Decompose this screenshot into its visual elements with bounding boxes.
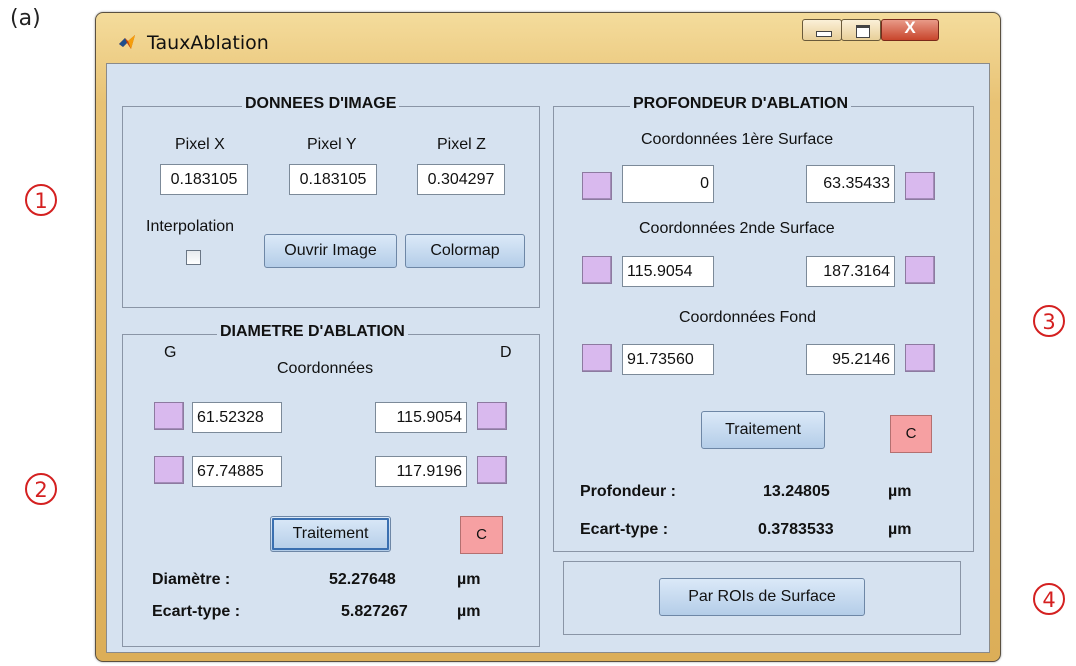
surface2-label: Coordonnées 2nde Surface (639, 220, 835, 237)
pick-d2-button[interactable] (477, 456, 507, 484)
pick-s1-left-button[interactable] (582, 172, 612, 200)
figure-label: (a) (10, 6, 41, 31)
maximize-button[interactable] (841, 19, 881, 41)
diameter-process-button[interactable]: Traitement (270, 516, 391, 552)
diameter-title: DIAMETRE D'ABLATION (217, 323, 408, 341)
close-button[interactable]: X (881, 18, 939, 41)
depth-std-label: Ecart-type : (580, 521, 669, 538)
depth-process-button[interactable]: Traitement (701, 411, 825, 449)
diameter-value: 52.27648 (329, 571, 396, 588)
diameter-coords-label: Coordonnées (277, 360, 374, 377)
pick-g1-button[interactable] (154, 402, 184, 430)
depth-std-value: 0.3783533 (758, 521, 834, 538)
diameter-g1-field[interactable]: 61.52328 (192, 402, 282, 433)
depth-unit: µm (888, 483, 912, 500)
open-image-button[interactable]: Ouvrir Image (264, 234, 397, 268)
surface1-left-field[interactable]: 0 (622, 165, 714, 203)
surface1-right-field[interactable]: 63.35433 (806, 165, 895, 203)
diameter-left-label: G (164, 344, 177, 361)
pick-f-right-button[interactable] (905, 344, 935, 372)
pick-g2-button[interactable] (154, 456, 184, 484)
diameter-std-value: 5.827267 (341, 603, 408, 620)
interpolation-label: Interpolation (146, 218, 235, 235)
colormap-button[interactable]: Colormap (405, 234, 525, 268)
diameter-d2-field[interactable]: 117.9196 (375, 456, 467, 487)
pick-s2-right-button[interactable] (905, 256, 935, 284)
marker-1: 1 (25, 184, 57, 216)
surface1-label: Coordonnées 1ère Surface (641, 131, 834, 148)
diameter-clear-button[interactable]: C (460, 516, 503, 554)
diameter-label: Diamètre : (152, 571, 231, 588)
app-window: TauxAblation X DONNEES D'IMAGE Pixel X P… (95, 12, 1001, 662)
marker-4: 4 (1033, 583, 1065, 615)
window-title: TauxAblation (147, 32, 269, 54)
pixel-y-label: Pixel Y (307, 136, 357, 153)
depth-title: PROFONDEUR D'ABLATION (630, 95, 852, 113)
diameter-std-unit: µm (457, 603, 481, 620)
pick-f-left-button[interactable] (582, 344, 612, 372)
diameter-d1-field[interactable]: 115.9054 (375, 402, 467, 433)
bottom-label: Coordonnées Fond (679, 309, 816, 326)
pixel-z-label: Pixel Z (437, 136, 486, 153)
pick-s1-right-button[interactable] (905, 172, 935, 200)
minimize-button[interactable] (802, 19, 842, 41)
marker-2: 2 (25, 473, 57, 505)
depth-std-unit: µm (888, 521, 912, 538)
bottom-right-field[interactable]: 95.2146 (806, 344, 895, 375)
bottom-left-field[interactable]: 91.73560 (622, 344, 714, 375)
roi-surface-button[interactable]: Par ROIs de Surface (659, 578, 865, 616)
maximize-icon (856, 25, 870, 38)
depth-label: Profondeur : (580, 483, 676, 500)
diameter-g2-field[interactable]: 67.74885 (192, 456, 282, 487)
diameter-panel (122, 334, 540, 647)
diameter-unit: µm (457, 571, 481, 588)
image-data-title: DONNEES D'IMAGE (242, 95, 400, 113)
pixel-y-field[interactable]: 0.183105 (289, 164, 377, 195)
pick-s2-left-button[interactable] (582, 256, 612, 284)
surface2-right-field[interactable]: 187.3164 (806, 256, 895, 287)
pixel-z-field[interactable]: 0.304297 (417, 164, 505, 195)
diameter-std-label: Ecart-type : (152, 603, 241, 620)
marker-3: 3 (1033, 305, 1065, 337)
diameter-right-label: D (500, 344, 512, 361)
close-icon: X (904, 18, 916, 37)
depth-clear-button[interactable]: C (890, 415, 932, 453)
pick-d1-button[interactable] (477, 402, 507, 430)
minimize-icon (816, 31, 832, 37)
depth-value: 13.24805 (763, 483, 830, 500)
matlab-logo-icon (119, 35, 135, 49)
pixel-x-label: Pixel X (175, 136, 225, 153)
client-area: DONNEES D'IMAGE Pixel X Pixel Y Pixel Z … (106, 63, 990, 653)
interpolation-checkbox[interactable] (186, 250, 201, 265)
pixel-x-field[interactable]: 0.183105 (160, 164, 248, 195)
surface2-left-field[interactable]: 115.9054 (622, 256, 714, 287)
